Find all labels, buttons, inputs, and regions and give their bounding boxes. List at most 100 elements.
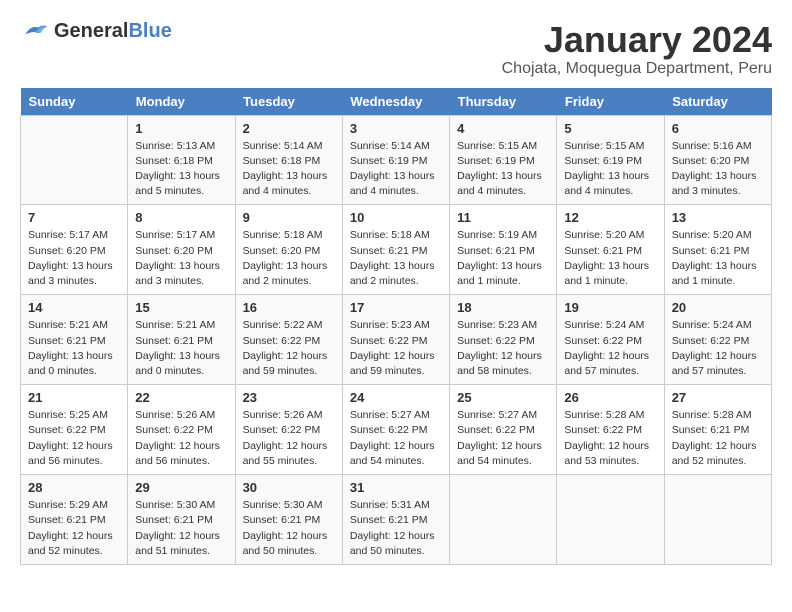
day-info: Sunrise: 5:17 AM Sunset: 6:20 PM Dayligh… [135, 228, 227, 289]
calendar-cell: 20 Sunrise: 5:24 AM Sunset: 6:22 PM Dayli… [664, 295, 771, 385]
day-number: 3 [350, 121, 442, 136]
day-info: Sunrise: 5:15 AM Sunset: 6:19 PM Dayligh… [457, 139, 549, 200]
page-title: January 2024 [502, 20, 772, 60]
calendar-cell: 5 Sunrise: 5:15 AM Sunset: 6:19 PM Daylig… [557, 115, 664, 205]
day-number: 16 [243, 300, 335, 315]
day-info: Sunrise: 5:15 AM Sunset: 6:19 PM Dayligh… [564, 139, 656, 200]
calendar-cell: 7Sunrise: 5:17 AM Sunset: 6:20 PM Daylig… [21, 205, 128, 295]
calendar-cell [450, 475, 557, 565]
page-header: GeneralBlue January 2024 Chojata, Moqueg… [20, 20, 772, 78]
day-info: Sunrise: 5:26 AM Sunset: 6:22 PM Dayligh… [243, 408, 335, 469]
day-number: 10 [350, 210, 442, 225]
day-number: 4 [457, 121, 549, 136]
calendar-cell: 3 Sunrise: 5:14 AM Sunset: 6:19 PM Daylig… [342, 115, 449, 205]
day-info: Sunrise: 5:27 AM Sunset: 6:22 PM Dayligh… [350, 408, 442, 469]
day-info: Sunrise: 5:23 AM Sunset: 6:22 PM Dayligh… [350, 318, 442, 379]
day-info: Sunrise: 5:30 AM Sunset: 6:21 PM Dayligh… [135, 498, 227, 559]
day-number: 2 [243, 121, 335, 136]
calendar-cell: 24 Sunrise: 5:27 AM Sunset: 6:22 PM Dayli… [342, 385, 449, 475]
day-number: 22 [135, 390, 227, 405]
day-number: 13 [672, 210, 764, 225]
calendar-day-header: Friday [557, 88, 664, 116]
day-number: 28 [28, 480, 120, 495]
day-number: 19 [564, 300, 656, 315]
calendar-week-row: 14 Sunrise: 5:21 AM Sunset: 6:21 PM Dayli… [21, 295, 772, 385]
day-info: Sunrise: 5:19 AM Sunset: 6:21 PM Dayligh… [457, 228, 549, 289]
calendar-cell: 15 Sunrise: 5:21 AM Sunset: 6:21 PM Dayli… [128, 295, 235, 385]
page-subtitle: Chojata, Moquegua Department, Peru [502, 60, 772, 78]
calendar-cell: 8Sunrise: 5:17 AM Sunset: 6:20 PM Daylig… [128, 205, 235, 295]
calendar-day-header: Tuesday [235, 88, 342, 116]
day-number: 15 [135, 300, 227, 315]
day-info: Sunrise: 5:18 AM Sunset: 6:20 PM Dayligh… [243, 228, 335, 289]
calendar-cell: 12Sunrise: 5:20 AM Sunset: 6:21 PM Dayli… [557, 205, 664, 295]
calendar-cell: 4 Sunrise: 5:15 AM Sunset: 6:19 PM Daylig… [450, 115, 557, 205]
calendar-cell: 2 Sunrise: 5:14 AM Sunset: 6:18 PM Daylig… [235, 115, 342, 205]
day-info: Sunrise: 5:14 AM Sunset: 6:19 PM Dayligh… [350, 139, 442, 200]
day-number: 29 [135, 480, 227, 495]
day-number: 14 [28, 300, 120, 315]
calendar-cell: 6 Sunrise: 5:16 AM Sunset: 6:20 PM Daylig… [664, 115, 771, 205]
day-number: 20 [672, 300, 764, 315]
day-info: Sunrise: 5:24 AM Sunset: 6:22 PM Dayligh… [672, 318, 764, 379]
calendar-day-header: Wednesday [342, 88, 449, 116]
calendar-cell: 9 Sunrise: 5:18 AM Sunset: 6:20 PM Daylig… [235, 205, 342, 295]
day-info: Sunrise: 5:28 AM Sunset: 6:21 PM Dayligh… [672, 408, 764, 469]
day-number: 26 [564, 390, 656, 405]
day-info: Sunrise: 5:20 AM Sunset: 6:21 PM Dayligh… [564, 228, 656, 289]
calendar-cell [21, 115, 128, 205]
day-number: 5 [564, 121, 656, 136]
calendar-cell: 11 Sunrise: 5:19 AM Sunset: 6:21 PM Dayli… [450, 205, 557, 295]
calendar-cell: 23 Sunrise: 5:26 AM Sunset: 6:22 PM Dayli… [235, 385, 342, 475]
day-number: 6 [672, 121, 764, 136]
logo: GeneralBlue [20, 20, 172, 42]
calendar-cell: 13 Sunrise: 5:20 AM Sunset: 6:21 PM Dayli… [664, 205, 771, 295]
calendar-cell: 17 Sunrise: 5:23 AM Sunset: 6:22 PM Dayli… [342, 295, 449, 385]
calendar-cell: 18Sunrise: 5:23 AM Sunset: 6:22 PM Dayli… [450, 295, 557, 385]
day-info: Sunrise: 5:20 AM Sunset: 6:21 PM Dayligh… [672, 228, 764, 289]
calendar-cell: 27 Sunrise: 5:28 AM Sunset: 6:21 PM Dayli… [664, 385, 771, 475]
logo-text: GeneralBlue [54, 20, 172, 42]
day-number: 9 [243, 210, 335, 225]
calendar-day-header: Thursday [450, 88, 557, 116]
day-number: 27 [672, 390, 764, 405]
day-number: 31 [350, 480, 442, 495]
calendar-header-row: SundayMondayTuesdayWednesdayThursdayFrid… [21, 88, 772, 116]
day-info: Sunrise: 5:18 AM Sunset: 6:21 PM Dayligh… [350, 228, 442, 289]
calendar-cell: 21 Sunrise: 5:25 AM Sunset: 6:22 PM Dayli… [21, 385, 128, 475]
day-info: Sunrise: 5:21 AM Sunset: 6:21 PM Dayligh… [135, 318, 227, 379]
day-info: Sunrise: 5:30 AM Sunset: 6:21 PM Dayligh… [243, 498, 335, 559]
calendar-week-row: 1 Sunrise: 5:13 AM Sunset: 6:18 PM Daylig… [21, 115, 772, 205]
day-info: Sunrise: 5:28 AM Sunset: 6:22 PM Dayligh… [564, 408, 656, 469]
day-info: Sunrise: 5:14 AM Sunset: 6:18 PM Dayligh… [243, 139, 335, 200]
logo-icon [20, 21, 50, 41]
day-info: Sunrise: 5:17 AM Sunset: 6:20 PM Dayligh… [28, 228, 120, 289]
calendar-cell: 25Sunrise: 5:27 AM Sunset: 6:22 PM Dayli… [450, 385, 557, 475]
day-number: 17 [350, 300, 442, 315]
day-number: 23 [243, 390, 335, 405]
day-info: Sunrise: 5:16 AM Sunset: 6:20 PM Dayligh… [672, 139, 764, 200]
calendar-cell: 22Sunrise: 5:26 AM Sunset: 6:22 PM Dayli… [128, 385, 235, 475]
day-info: Sunrise: 5:31 AM Sunset: 6:21 PM Dayligh… [350, 498, 442, 559]
calendar-table: SundayMondayTuesdayWednesdayThursdayFrid… [20, 88, 772, 565]
calendar-cell [664, 475, 771, 565]
calendar-day-header: Monday [128, 88, 235, 116]
calendar-week-row: 7Sunrise: 5:17 AM Sunset: 6:20 PM Daylig… [21, 205, 772, 295]
day-info: Sunrise: 5:23 AM Sunset: 6:22 PM Dayligh… [457, 318, 549, 379]
calendar-day-header: Saturday [664, 88, 771, 116]
day-number: 1 [135, 121, 227, 136]
calendar-week-row: 28Sunrise: 5:29 AM Sunset: 6:21 PM Dayli… [21, 475, 772, 565]
calendar-cell: 14 Sunrise: 5:21 AM Sunset: 6:21 PM Dayli… [21, 295, 128, 385]
day-info: Sunrise: 5:24 AM Sunset: 6:22 PM Dayligh… [564, 318, 656, 379]
day-info: Sunrise: 5:21 AM Sunset: 6:21 PM Dayligh… [28, 318, 120, 379]
day-number: 11 [457, 210, 549, 225]
day-info: Sunrise: 5:13 AM Sunset: 6:18 PM Dayligh… [135, 139, 227, 200]
day-info: Sunrise: 5:25 AM Sunset: 6:22 PM Dayligh… [28, 408, 120, 469]
day-number: 24 [350, 390, 442, 405]
calendar-cell: 28Sunrise: 5:29 AM Sunset: 6:21 PM Dayli… [21, 475, 128, 565]
day-number: 21 [28, 390, 120, 405]
day-info: Sunrise: 5:22 AM Sunset: 6:22 PM Dayligh… [243, 318, 335, 379]
title-block: January 2024 Chojata, Moquegua Departmen… [502, 20, 772, 78]
calendar-cell [557, 475, 664, 565]
calendar-cell: 16 Sunrise: 5:22 AM Sunset: 6:22 PM Dayli… [235, 295, 342, 385]
